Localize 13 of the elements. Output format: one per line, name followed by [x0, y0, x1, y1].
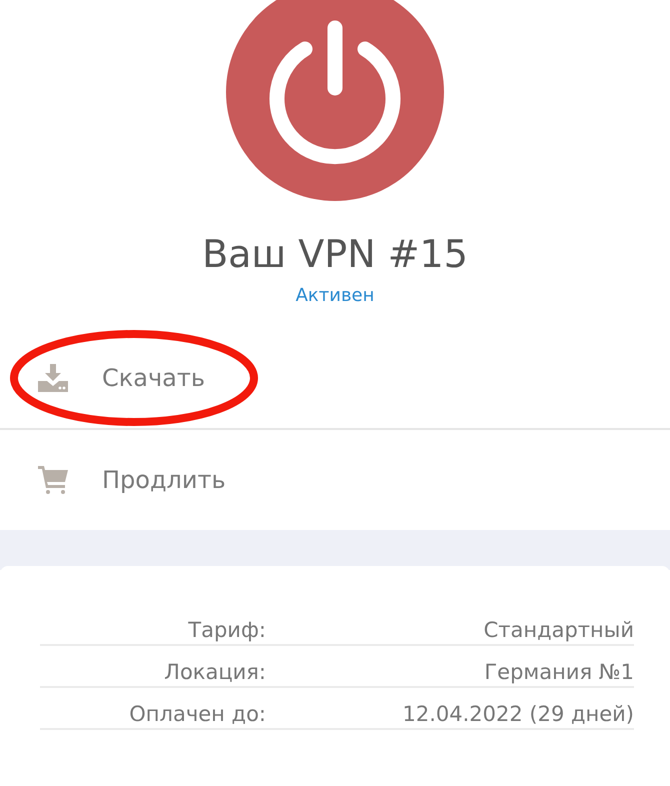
vpn-status: Активен: [296, 285, 374, 306]
detail-value: Стандартный: [482, 618, 634, 642]
detail-label: Оплачен до:: [128, 702, 266, 726]
action-link[interactable]: Продлить: [102, 466, 226, 494]
download-icon: [38, 364, 68, 392]
power-button[interactable]: [226, 0, 444, 201]
detail-label: Тариф:: [187, 618, 266, 642]
vpn-title: Ваш VPN #15: [202, 231, 468, 277]
detail-value: 12.04.2022 (29 дней): [401, 702, 634, 726]
detail-label: Локация:: [163, 660, 266, 684]
action-link[interactable]: Скачать: [102, 364, 205, 392]
cart-icon: [38, 466, 68, 494]
detail-value: Германия №1: [483, 660, 634, 684]
